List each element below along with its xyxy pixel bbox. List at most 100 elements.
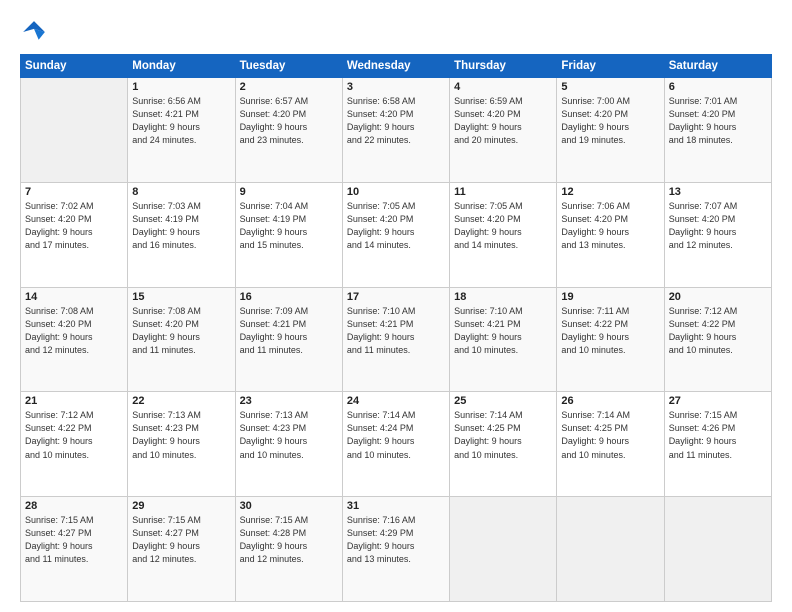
calendar-cell: 1 Sunrise: 6:56 AM Sunset: 4:21 PM Daylig… <box>128 78 235 183</box>
calendar-cell: 30 Sunrise: 7:15 AM Sunset: 4:28 PM Dayli… <box>235 497 342 602</box>
logo-icon <box>20 18 48 46</box>
day-number: 27 <box>669 395 767 407</box>
day-number: 26 <box>561 395 659 407</box>
calendar-cell: 17 Sunrise: 7:10 AM Sunset: 4:21 PM Dayli… <box>342 287 449 392</box>
header <box>20 18 772 46</box>
calendar-cell: 15 Sunrise: 7:08 AM Sunset: 4:20 PM Dayli… <box>128 287 235 392</box>
calendar-cell: 9 Sunrise: 7:04 AM Sunset: 4:19 PM Daylig… <box>235 182 342 287</box>
day-number: 6 <box>669 81 767 93</box>
day-info: Sunrise: 7:03 AM Sunset: 4:19 PM Dayligh… <box>132 200 230 252</box>
day-info: Sunrise: 7:12 AM Sunset: 4:22 PM Dayligh… <box>669 305 767 357</box>
calendar-header: SundayMondayTuesdayWednesdayThursdayFrid… <box>21 55 772 78</box>
day-info: Sunrise: 7:14 AM Sunset: 4:24 PM Dayligh… <box>347 409 445 461</box>
calendar-cell: 12 Sunrise: 7:06 AM Sunset: 4:20 PM Dayli… <box>557 182 664 287</box>
day-number: 17 <box>347 291 445 303</box>
day-info: Sunrise: 7:10 AM Sunset: 4:21 PM Dayligh… <box>347 305 445 357</box>
day-number: 5 <box>561 81 659 93</box>
calendar-cell: 22 Sunrise: 7:13 AM Sunset: 4:23 PM Dayli… <box>128 392 235 497</box>
weekday-header-wednesday: Wednesday <box>342 55 449 78</box>
calendar-cell: 18Sunrise: 7:10 AM Sunset: 4:21 PM Dayli… <box>450 287 557 392</box>
calendar-cell: 3Sunrise: 6:58 AM Sunset: 4:20 PM Daylig… <box>342 78 449 183</box>
weekday-header-sunday: Sunday <box>21 55 128 78</box>
day-number: 10 <box>347 186 445 198</box>
weekday-header-friday: Friday <box>557 55 664 78</box>
day-info: Sunrise: 7:05 AM Sunset: 4:20 PM Dayligh… <box>347 200 445 252</box>
calendar-cell: 8 Sunrise: 7:03 AM Sunset: 4:19 PM Daylig… <box>128 182 235 287</box>
day-info: Sunrise: 7:16 AM Sunset: 4:29 PM Dayligh… <box>347 514 445 566</box>
weekday-header-monday: Monday <box>128 55 235 78</box>
calendar-cell: 11Sunrise: 7:05 AM Sunset: 4:20 PM Dayli… <box>450 182 557 287</box>
calendar-cell: 19 Sunrise: 7:11 AM Sunset: 4:22 PM Dayli… <box>557 287 664 392</box>
day-info: Sunrise: 6:59 AM Sunset: 4:20 PM Dayligh… <box>454 95 552 147</box>
calendar-week-5: 28 Sunrise: 7:15 AM Sunset: 4:27 PM Dayli… <box>21 497 772 602</box>
calendar-cell <box>21 78 128 183</box>
day-info: Sunrise: 7:13 AM Sunset: 4:23 PM Dayligh… <box>132 409 230 461</box>
day-info: Sunrise: 7:14 AM Sunset: 4:25 PM Dayligh… <box>561 409 659 461</box>
day-number: 19 <box>561 291 659 303</box>
day-number: 7 <box>25 186 123 198</box>
day-info: Sunrise: 6:58 AM Sunset: 4:20 PM Dayligh… <box>347 95 445 147</box>
day-number: 23 <box>240 395 338 407</box>
day-info: Sunrise: 7:12 AM Sunset: 4:22 PM Dayligh… <box>25 409 123 461</box>
day-number: 25 <box>454 395 552 407</box>
day-info: Sunrise: 7:11 AM Sunset: 4:22 PM Dayligh… <box>561 305 659 357</box>
day-number: 8 <box>132 186 230 198</box>
day-number: 15 <box>132 291 230 303</box>
weekday-header-thursday: Thursday <box>450 55 557 78</box>
day-number: 2 <box>240 81 338 93</box>
day-info: Sunrise: 7:15 AM Sunset: 4:27 PM Dayligh… <box>25 514 123 566</box>
day-number: 14 <box>25 291 123 303</box>
day-info: Sunrise: 7:01 AM Sunset: 4:20 PM Dayligh… <box>669 95 767 147</box>
calendar-cell <box>664 497 771 602</box>
day-number: 20 <box>669 291 767 303</box>
day-number: 24 <box>347 395 445 407</box>
day-info: Sunrise: 7:14 AM Sunset: 4:25 PM Dayligh… <box>454 409 552 461</box>
day-info: Sunrise: 7:06 AM Sunset: 4:20 PM Dayligh… <box>561 200 659 252</box>
weekday-header-tuesday: Tuesday <box>235 55 342 78</box>
calendar-cell: 5Sunrise: 7:00 AM Sunset: 4:20 PM Daylig… <box>557 78 664 183</box>
day-info: Sunrise: 7:07 AM Sunset: 4:20 PM Dayligh… <box>669 200 767 252</box>
calendar-week-4: 21Sunrise: 7:12 AM Sunset: 4:22 PM Dayli… <box>21 392 772 497</box>
calendar-cell: 31Sunrise: 7:16 AM Sunset: 4:29 PM Dayli… <box>342 497 449 602</box>
logo <box>20 18 52 46</box>
day-info: Sunrise: 7:08 AM Sunset: 4:20 PM Dayligh… <box>132 305 230 357</box>
calendar-cell: 10 Sunrise: 7:05 AM Sunset: 4:20 PM Dayli… <box>342 182 449 287</box>
day-number: 4 <box>454 81 552 93</box>
calendar-cell: 27 Sunrise: 7:15 AM Sunset: 4:26 PM Dayli… <box>664 392 771 497</box>
day-number: 1 <box>132 81 230 93</box>
calendar-cell: 24 Sunrise: 7:14 AM Sunset: 4:24 PM Dayli… <box>342 392 449 497</box>
day-info: Sunrise: 6:56 AM Sunset: 4:21 PM Dayligh… <box>132 95 230 147</box>
calendar-cell: 6 Sunrise: 7:01 AM Sunset: 4:20 PM Daylig… <box>664 78 771 183</box>
day-info: Sunrise: 7:05 AM Sunset: 4:20 PM Dayligh… <box>454 200 552 252</box>
day-number: 9 <box>240 186 338 198</box>
calendar-cell: 14 Sunrise: 7:08 AM Sunset: 4:20 PM Dayli… <box>21 287 128 392</box>
day-info: Sunrise: 7:04 AM Sunset: 4:19 PM Dayligh… <box>240 200 338 252</box>
day-info: Sunrise: 7:15 AM Sunset: 4:26 PM Dayligh… <box>669 409 767 461</box>
day-number: 18 <box>454 291 552 303</box>
day-info: Sunrise: 7:02 AM Sunset: 4:20 PM Dayligh… <box>25 200 123 252</box>
day-number: 12 <box>561 186 659 198</box>
calendar-cell <box>450 497 557 602</box>
calendar-cell: 4 Sunrise: 6:59 AM Sunset: 4:20 PM Daylig… <box>450 78 557 183</box>
calendar-cell <box>557 497 664 602</box>
calendar-body: 1 Sunrise: 6:56 AM Sunset: 4:21 PM Daylig… <box>21 78 772 602</box>
day-info: Sunrise: 7:15 AM Sunset: 4:28 PM Dayligh… <box>240 514 338 566</box>
day-number: 28 <box>25 500 123 512</box>
day-number: 22 <box>132 395 230 407</box>
calendar-cell: 26 Sunrise: 7:14 AM Sunset: 4:25 PM Dayli… <box>557 392 664 497</box>
day-number: 29 <box>132 500 230 512</box>
calendar-cell: 7 Sunrise: 7:02 AM Sunset: 4:20 PM Daylig… <box>21 182 128 287</box>
calendar-cell: 23Sunrise: 7:13 AM Sunset: 4:23 PM Dayli… <box>235 392 342 497</box>
calendar-week-2: 7 Sunrise: 7:02 AM Sunset: 4:20 PM Daylig… <box>21 182 772 287</box>
day-number: 30 <box>240 500 338 512</box>
day-info: Sunrise: 7:08 AM Sunset: 4:20 PM Dayligh… <box>25 305 123 357</box>
calendar-cell: 13Sunrise: 7:07 AM Sunset: 4:20 PM Dayli… <box>664 182 771 287</box>
calendar-cell: 16Sunrise: 7:09 AM Sunset: 4:21 PM Dayli… <box>235 287 342 392</box>
calendar-cell: 2Sunrise: 6:57 AM Sunset: 4:20 PM Daylig… <box>235 78 342 183</box>
calendar-week-3: 14 Sunrise: 7:08 AM Sunset: 4:20 PM Dayli… <box>21 287 772 392</box>
calendar-cell: 25 Sunrise: 7:14 AM Sunset: 4:25 PM Dayli… <box>450 392 557 497</box>
calendar-table: SundayMondayTuesdayWednesdayThursdayFrid… <box>20 54 772 602</box>
weekday-header-row: SundayMondayTuesdayWednesdayThursdayFrid… <box>21 55 772 78</box>
calendar-page: SundayMondayTuesdayWednesdayThursdayFrid… <box>0 0 792 612</box>
calendar-cell: 29Sunrise: 7:15 AM Sunset: 4:27 PM Dayli… <box>128 497 235 602</box>
